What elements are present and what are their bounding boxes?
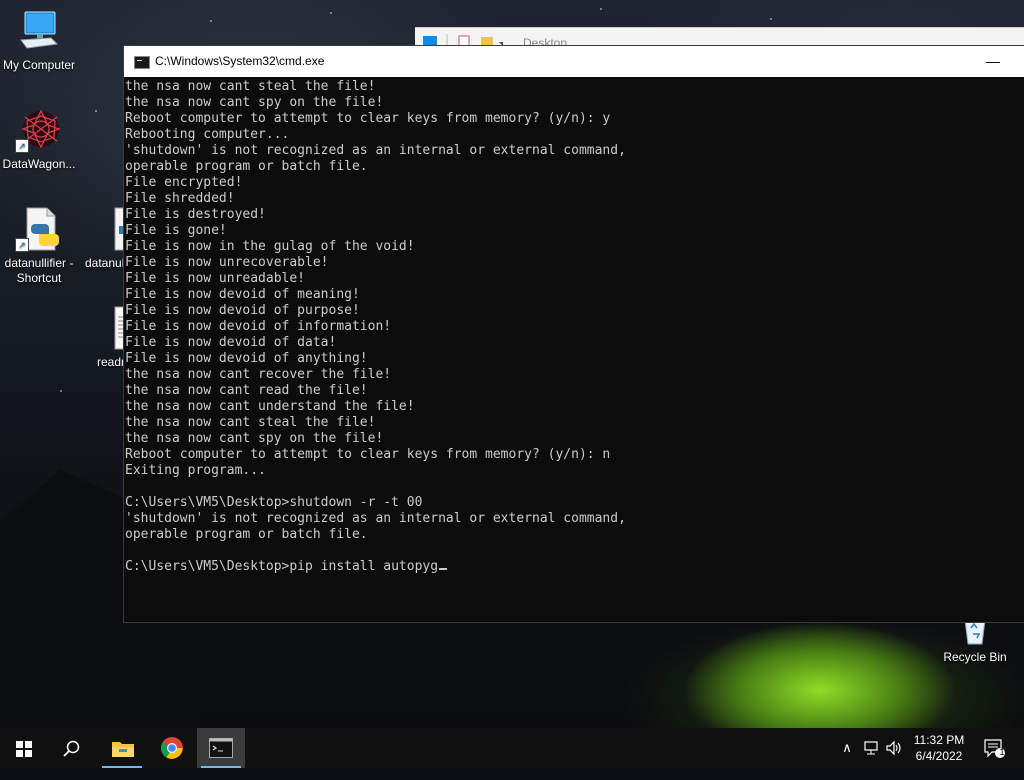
shortcut-arrow-icon: ↗ xyxy=(15,238,29,252)
console-line: File encrypted! xyxy=(125,175,243,190)
desktop-icon-label: DataWagon... xyxy=(2,157,76,171)
star xyxy=(330,12,332,14)
star xyxy=(95,110,97,112)
console-output[interactable]: the nsa now cant steal the file! the nsa … xyxy=(125,79,1015,575)
star xyxy=(210,20,212,22)
show-hidden-icons-button[interactable]: ∧ xyxy=(838,740,856,780)
datawagon-logo-icon: ↗ xyxy=(15,107,63,153)
taskbar-chrome[interactable] xyxy=(148,728,196,768)
desktop-icon-label: My Computer xyxy=(2,58,76,72)
windows-logo-icon xyxy=(16,741,32,757)
console-line: 'shutdown' is not recognized as an inter… xyxy=(125,511,626,526)
cmd-window[interactable]: C:\Windows\System32\cmd.exe — the nsa no… xyxy=(124,46,1024,622)
taskbar-file-explorer[interactable] xyxy=(98,728,146,768)
console-line: File is gone! xyxy=(125,223,227,238)
console-line: File is now devoid of anything! xyxy=(125,351,368,366)
console-line: operable program or batch file. xyxy=(125,527,368,542)
action-center-button[interactable]: 1 xyxy=(980,728,1010,768)
desktop-background: My Computer ↗ DataWagon... ↗ datanullifi… xyxy=(0,0,1024,728)
console-line: the nsa now cant steal the file! xyxy=(125,79,376,94)
console-line: File shredded! xyxy=(125,191,235,206)
clock-time: 11:32 PM xyxy=(913,733,965,747)
cmd-window-title: C:\Windows\System32\cmd.exe xyxy=(155,54,325,68)
console-line: the nsa now cant spy on the file! xyxy=(125,431,384,446)
star xyxy=(600,8,602,10)
taskbar-cmd[interactable] xyxy=(197,728,245,768)
minimize-button[interactable]: — xyxy=(970,47,1016,75)
console-line: Rebooting computer... xyxy=(125,127,290,142)
clock-date: 6/4/2022 xyxy=(915,749,963,763)
console-line: 'shutdown' is not recognized as an inter… xyxy=(125,143,626,158)
console-line: the nsa now cant understand the file! xyxy=(125,399,415,414)
console-line: the nsa now cant spy on the file! xyxy=(125,95,384,110)
console-line: File is now devoid of purpose! xyxy=(125,303,360,318)
console-line: the nsa now cant read the file! xyxy=(125,383,368,398)
console-line: Exiting program... xyxy=(125,463,266,478)
search-button[interactable] xyxy=(48,728,96,768)
console-line: Reboot computer to attempt to clear keys… xyxy=(125,111,611,126)
text-cursor xyxy=(439,568,448,570)
console-line: operable program or batch file. xyxy=(125,159,368,174)
desktop-icon-label: Recycle Bin xyxy=(943,650,1007,664)
cmd-titlebar[interactable]: C:\Windows\System32\cmd.exe — xyxy=(124,46,1024,77)
console-prompt-line[interactable]: C:\Users\VM5\Desktop>pip install autopyg xyxy=(125,559,1015,575)
network-icon xyxy=(864,741,878,755)
console-line: File is now devoid of data! xyxy=(125,335,337,350)
taskbar: ∧ 11:32 PM 6/4/2022 1 xyxy=(0,728,1024,768)
console-line: C:\Users\VM5\Desktop>shutdown -r -t 00 xyxy=(125,495,423,510)
console-line: the nsa now cant recover the file! xyxy=(125,367,392,382)
network-button[interactable] xyxy=(860,728,882,768)
notification-count-badge: 1 xyxy=(999,747,1005,757)
desktop-icon-datawagon[interactable]: ↗ DataWagon... xyxy=(1,107,77,172)
console-line: File is now in the gulag of the void! xyxy=(125,239,415,254)
star xyxy=(60,390,62,392)
search-icon xyxy=(63,740,80,757)
console-line: File is now devoid of meaning! xyxy=(125,287,360,302)
star xyxy=(770,18,772,20)
desktop-icon-my-computer[interactable]: My Computer xyxy=(1,8,77,73)
python-file-icon: ↗ xyxy=(15,206,63,252)
console-line: File is now unrecoverable! xyxy=(125,255,329,270)
folder-icon xyxy=(112,742,134,757)
cmd-icon xyxy=(134,56,150,69)
console-line: the nsa now cant steal the file! xyxy=(125,415,376,430)
console-line: File is destroyed! xyxy=(125,207,266,222)
start-button[interactable] xyxy=(0,728,48,768)
console-prompt-text: C:\Users\VM5\Desktop>pip install autopyg xyxy=(125,559,439,574)
desktop-icon-label: datanullifier - Shortcut xyxy=(4,256,74,285)
chrome-icon xyxy=(161,737,183,759)
console-line: File is now devoid of information! xyxy=(125,319,392,334)
computer-icon xyxy=(15,8,63,54)
desktop-icon-datanullifier-shortcut[interactable]: ↗ datanullifier - Shortcut xyxy=(1,206,77,286)
console-line: Reboot computer to attempt to clear keys… xyxy=(125,447,611,462)
taskbar-clock[interactable]: 11:32 PM 6/4/2022 xyxy=(900,732,978,764)
cmd-taskbar-icon xyxy=(209,738,233,758)
shortcut-arrow-icon: ↗ xyxy=(15,139,29,153)
console-line: File is now unreadable! xyxy=(125,271,306,286)
